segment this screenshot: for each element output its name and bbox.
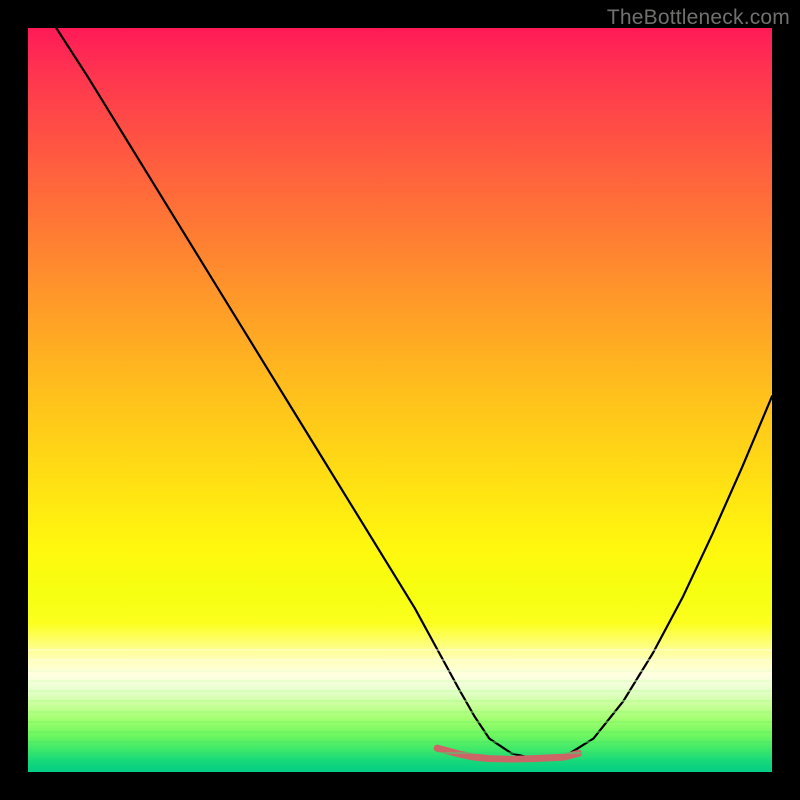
gradient-band — [28, 711, 772, 713]
gradient-band — [28, 649, 772, 651]
gradient-band — [28, 752, 772, 754]
gradient-band — [28, 762, 772, 764]
plot-area — [28, 28, 772, 772]
gradient-band — [28, 741, 772, 743]
gradient-band — [28, 731, 772, 733]
gradient-band — [28, 680, 772, 682]
gradient-band — [28, 670, 772, 672]
gradient-band — [28, 659, 772, 661]
gradient-band — [28, 690, 772, 692]
chart-container: TheBottleneck.com — [0, 0, 800, 800]
watermark-text: TheBottleneck.com — [607, 6, 790, 30]
gradient-band — [28, 721, 772, 723]
gradient-band — [28, 700, 772, 702]
